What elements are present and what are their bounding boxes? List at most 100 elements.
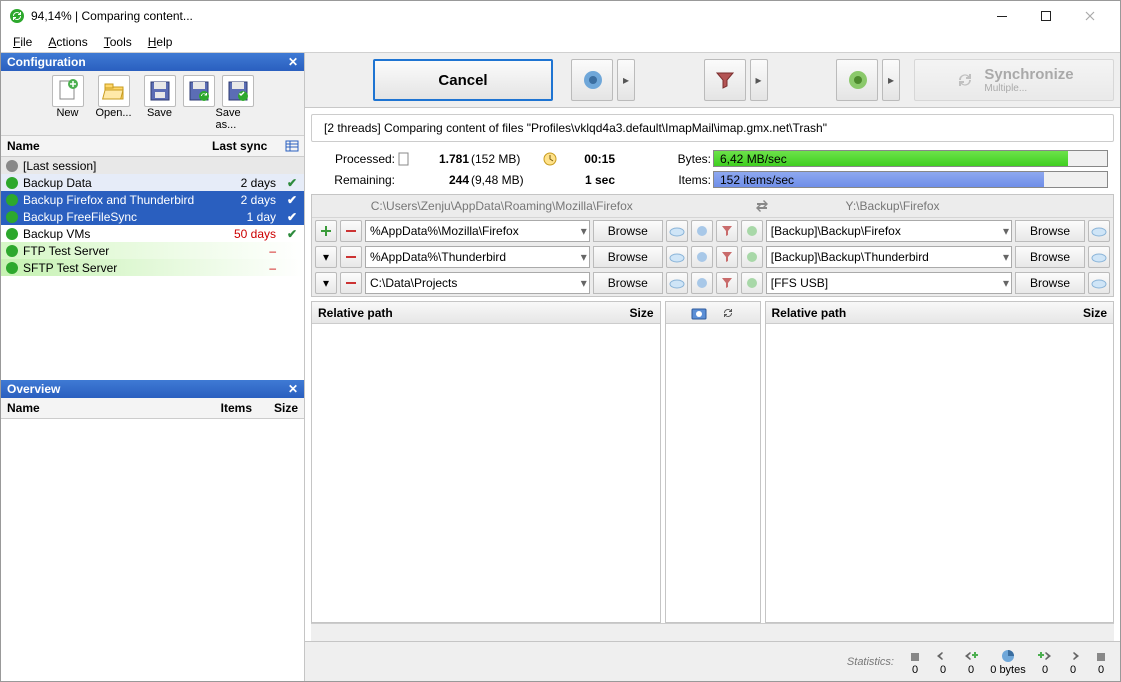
overview-close-icon[interactable]: ✕: [288, 382, 298, 396]
ov-col-size[interactable]: Size: [258, 398, 304, 418]
camera-icon[interactable]: [691, 306, 707, 320]
col-relative-path[interactable]: Relative path: [312, 306, 602, 320]
config-row[interactable]: Backup Data2 days✔: [1, 174, 304, 191]
middle-file-list[interactable]: [666, 324, 760, 622]
pair-filter-button[interactable]: [716, 220, 738, 242]
filter-dropdown[interactable]: ▸: [750, 59, 768, 101]
save-as-button[interactable]: Save as...: [216, 75, 260, 131]
menu-help[interactable]: Help: [140, 33, 181, 51]
eta-time: 1 sec: [567, 173, 615, 187]
remaining-count: 244: [419, 173, 469, 187]
stat-update-right-icon: [1066, 648, 1080, 664]
save-as-batch-button[interactable]: [184, 75, 214, 131]
col-size[interactable]: Size: [602, 306, 660, 320]
new-button[interactable]: New: [46, 75, 90, 131]
left-file-panel: Relative pathSize: [311, 301, 661, 623]
pair-sync-settings[interactable]: [741, 272, 763, 294]
ov-col-items[interactable]: Items: [202, 398, 258, 418]
browse-right-button[interactable]: Browse: [1015, 272, 1085, 294]
cloud-left-button[interactable]: [666, 246, 688, 268]
left-path-input[interactable]: %AppData%\Thunderbird▾: [365, 246, 590, 268]
right-path-input[interactable]: [Backup]\Backup\Firefox▾: [766, 220, 1012, 242]
window-title: 94,14% | Comparing content...: [31, 9, 980, 23]
pair-compare-settings[interactable]: [691, 272, 713, 294]
right-path-input[interactable]: [Backup]\Backup\Thunderbird▾: [766, 246, 1012, 268]
remove-pair-button[interactable]: [340, 246, 362, 268]
remove-pair-button[interactable]: [340, 220, 362, 242]
stat-create-left-icon: [964, 648, 978, 664]
config-row[interactable]: Backup VMs50 days✔: [1, 225, 304, 242]
pair-sync-settings[interactable]: [741, 246, 763, 268]
left-file-list[interactable]: [312, 324, 660, 622]
stat-bytes-icon: [1001, 648, 1015, 664]
overview-title: Overview: [7, 382, 60, 396]
status-message: [2 threads] Comparing content of files "…: [311, 114, 1114, 142]
cloud-right-button[interactable]: [1088, 246, 1110, 268]
minimize-button[interactable]: [980, 2, 1024, 30]
maximize-button[interactable]: [1024, 2, 1068, 30]
config-row[interactable]: [Last session]: [1, 157, 304, 174]
left-path-input[interactable]: C:\Data\Projects▾: [365, 272, 590, 294]
sync-settings-button[interactable]: [836, 59, 878, 101]
browse-left-button[interactable]: Browse: [593, 272, 663, 294]
config-list[interactable]: [Last session] Backup Data2 days✔ Backup…: [1, 157, 304, 380]
cloud-right-button[interactable]: [1088, 272, 1110, 294]
right-file-list[interactable]: [766, 324, 1114, 622]
col-relative-path[interactable]: Relative path: [766, 306, 1056, 320]
pair-compare-settings[interactable]: [691, 246, 713, 268]
col-size[interactable]: Size: [1055, 306, 1113, 320]
progress-row-2: Remaining: 244 (9,48 MB) 1 sec Items: 15…: [305, 169, 1120, 190]
cloud-left-button[interactable]: [666, 272, 688, 294]
save-button[interactable]: Save: [138, 75, 182, 131]
add-pair-button[interactable]: [315, 220, 337, 242]
swap-icon[interactable]: [742, 198, 782, 214]
horizontal-scrollbar[interactable]: [311, 623, 1114, 641]
pair-sync-settings[interactable]: [741, 220, 763, 242]
right-root-path: Y:\Backup\Firefox: [838, 199, 1110, 213]
synchronize-button[interactable]: SynchronizeMultiple...: [914, 59, 1114, 101]
pair-filter-button[interactable]: [716, 246, 738, 268]
pair-dropdown-button[interactable]: ▾: [315, 272, 337, 294]
status-bar: Statistics: 0 0 0 0 bytes 0 0 0: [305, 641, 1120, 681]
filter-button[interactable]: [704, 59, 746, 101]
browse-left-button[interactable]: Browse: [593, 246, 663, 268]
compare-settings-dropdown[interactable]: ▸: [617, 59, 635, 101]
left-path-input[interactable]: %AppData%\Mozilla\Firefox▾: [365, 220, 590, 242]
sync-icon: [3, 210, 21, 224]
col-name[interactable]: Name: [1, 136, 210, 156]
browse-left-button[interactable]: Browse: [593, 220, 663, 242]
folder-pair-row: ▾%AppData%\Thunderbird▾Browse[Backup]\Ba…: [312, 244, 1113, 270]
pair-dropdown-button[interactable]: ▾: [315, 246, 337, 268]
sync-icon: [3, 244, 21, 258]
cloud-left-button[interactable]: [666, 220, 688, 242]
configuration-close-icon[interactable]: ✕: [288, 55, 298, 69]
configuration-title: Configuration: [7, 55, 86, 69]
pair-compare-settings[interactable]: [691, 220, 713, 242]
refresh-icon[interactable]: [721, 306, 735, 320]
menu-actions[interactable]: Actions: [40, 33, 95, 51]
ov-col-name[interactable]: Name: [1, 398, 202, 418]
close-button[interactable]: [1068, 2, 1112, 30]
config-row[interactable]: Backup Firefox and Thunderbird2 days✔: [1, 191, 304, 208]
pair-filter-button[interactable]: [716, 272, 738, 294]
config-row[interactable]: SFTP Test Server–: [1, 259, 304, 276]
compare-settings-button[interactable]: [571, 59, 613, 101]
config-row[interactable]: FTP Test Server–: [1, 242, 304, 259]
processed-size: (152 MB): [471, 152, 541, 166]
remove-pair-button[interactable]: [340, 272, 362, 294]
cloud-right-button[interactable]: [1088, 220, 1110, 242]
sync-settings-dropdown[interactable]: ▸: [882, 59, 900, 101]
config-row[interactable]: Backup FreeFileSync1 day✔: [1, 208, 304, 225]
folder-pair-header: C:\Users\Zenju\AppData\Roaming\Mozilla\F…: [312, 195, 1113, 218]
menu-tools[interactable]: Tools: [96, 33, 140, 51]
open-button[interactable]: Open...: [92, 75, 136, 131]
col-extra-icon[interactable]: [280, 136, 304, 156]
right-path-input[interactable]: [FFS USB]▾: [766, 272, 1012, 294]
browse-right-button[interactable]: Browse: [1015, 246, 1085, 268]
menu-file[interactable]: File: [5, 33, 40, 51]
stat-delete-right-icon: [1094, 648, 1108, 664]
cancel-button[interactable]: Cancel: [373, 59, 553, 101]
col-last-sync[interactable]: Last sync: [210, 136, 280, 156]
browse-right-button[interactable]: Browse: [1015, 220, 1085, 242]
folder-pair-panel: C:\Users\Zenju\AppData\Roaming\Mozilla\F…: [311, 194, 1114, 297]
